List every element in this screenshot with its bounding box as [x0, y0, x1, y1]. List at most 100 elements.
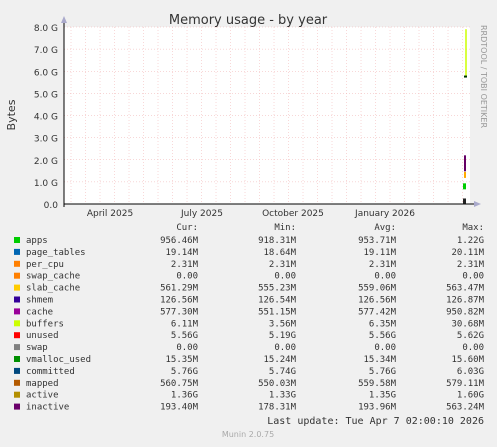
committed-mark	[464, 75, 467, 78]
y-axis-label: Bytes	[5, 99, 18, 130]
chart-title: Memory usage - by year	[169, 13, 328, 28]
legend-value-avg: 953.71M	[358, 236, 397, 246]
legend-value-cur: 6.11M	[171, 319, 199, 329]
legend-value-avg: 0.00	[374, 343, 396, 353]
legend-value-max: 0.00	[462, 272, 484, 282]
legend-swatch	[14, 284, 20, 291]
memory-usage-chart: Memory usage - by year RRDTOOL / TOBI OE…	[5, 13, 488, 439]
legend-series-name: mapped	[26, 379, 59, 389]
apps-mark	[463, 183, 466, 190]
y-axis-arrow	[61, 16, 67, 23]
legend-swatch	[14, 260, 20, 267]
legend-row: committed 5.76G 5.74G 5.76G 6.03G	[14, 367, 484, 377]
y-tick-label: 5.0 G	[34, 90, 58, 100]
legend-value-max: 5.62G	[457, 331, 484, 341]
legend-value-max: 15.60M	[451, 355, 484, 365]
legend-series-name: inactive	[26, 403, 69, 413]
slab-cache-mark	[464, 171, 466, 178]
legend: Cur: Min: Avg: Max: apps 956.46M 918.31M 953.71…	[14, 223, 485, 413]
legend-value-avg: 19.11M	[363, 248, 396, 258]
legend-series-name: committed	[26, 367, 75, 377]
legend-value-min: 918.31M	[258, 236, 297, 246]
y-tick-label: 3.0 G	[34, 135, 58, 145]
legend-row: slab_cache 561.29M 555.23M 559.06M 563.47M	[14, 284, 485, 294]
x-tick-label: July 2025	[180, 209, 223, 219]
legend-swatch	[14, 344, 20, 351]
legend-swatch	[14, 296, 20, 303]
legend-swatch	[14, 367, 20, 374]
y-tick-label: 7.0 G	[34, 46, 58, 56]
legend-value-cur: 577.30M	[160, 307, 199, 317]
active-mark	[463, 198, 466, 204]
legend-value-avg: 0.00	[374, 272, 396, 282]
legend-value-avg: 193.96M	[358, 403, 397, 413]
legend-value-min: 0.00	[274, 343, 296, 353]
legend-value-cur: 5.56G	[171, 331, 198, 341]
legend-value-avg: 577.42M	[358, 307, 397, 317]
legend-value-cur: 956.46M	[160, 236, 199, 246]
legend-value-avg: 5.56G	[369, 331, 396, 341]
legend-swatch	[14, 332, 20, 339]
legend-value-max: 6.03G	[457, 367, 484, 377]
munin-graph: Memory usage - by year RRDTOOL / TOBI OE…	[0, 0, 497, 443]
legend-value-max: 126.87M	[446, 296, 485, 306]
legend-value-max: 950.82M	[446, 307, 485, 317]
legend-series-name: shmem	[26, 296, 53, 306]
legend-row: unused 5.56G 5.19G 5.56G 5.62G	[14, 331, 484, 341]
legend-value-max: 563.47M	[446, 284, 485, 294]
footer-version: Munin 2.0.75	[222, 430, 274, 439]
legend-row: mapped 560.75M 550.03M 559.58M 579.11M	[14, 379, 485, 389]
x-tick-label: October 2025	[262, 209, 324, 219]
legend-swatch	[14, 379, 20, 386]
legend-row: active 1.36G 1.33G 1.35G 1.60G	[14, 391, 484, 401]
legend-row: buffers 6.11M 3.56M 6.35M 30.68M	[14, 319, 485, 329]
legend-value-max: 563.24M	[446, 403, 485, 413]
x-axis-arrow	[474, 201, 481, 207]
legend-value-cur: 193.40M	[160, 403, 199, 413]
legend-value-cur: 19.14M	[165, 248, 198, 258]
legend-series-name: swap	[26, 343, 48, 353]
legend-row: inactive 193.40M 178.31M 193.96M 563.24M	[14, 403, 485, 413]
legend-value-min: 550.03M	[258, 379, 297, 389]
legend-swatch	[14, 272, 20, 279]
legend-swatch	[14, 320, 20, 327]
y-tick-label: 4.0 G	[34, 113, 58, 123]
legend-row: apps 956.46M 918.31M 953.71M 1.22G	[14, 236, 484, 246]
legend-series-name: vmalloc_used	[26, 355, 91, 365]
legend-value-cur: 5.76G	[171, 367, 198, 377]
legend-row: per_cpu 2.31M 2.31M 2.31M 2.31M	[14, 260, 485, 270]
legend-value-cur: 561.29M	[160, 284, 199, 294]
legend-value-max: 0.00	[462, 343, 484, 353]
legend-swatch	[14, 391, 20, 398]
legend-row: cache 577.30M 551.15M 577.42M 950.82M	[14, 307, 485, 317]
legend-value-max: 1.60G	[457, 391, 484, 401]
y-tick-label: 0.0	[44, 201, 59, 211]
legend-value-min: 178.31M	[258, 403, 297, 413]
legend-value-min: 555.23M	[258, 284, 297, 294]
legend-value-avg: 5.76G	[369, 367, 396, 377]
legend-swatch	[14, 248, 20, 255]
legend-header: Cur:	[176, 223, 198, 233]
last-update: Last update: Tue Apr 7 02:00:10 2026	[267, 416, 484, 427]
legend-value-avg: 126.56M	[358, 296, 397, 306]
legend-series-name: per_cpu	[26, 260, 64, 270]
legend-value-avg: 559.58M	[358, 379, 397, 389]
y-tick-label: 2.0 G	[34, 157, 58, 167]
legend-header: Avg:	[374, 223, 396, 233]
legend-series-name: cache	[26, 307, 53, 317]
legend-value-cur: 560.75M	[160, 379, 199, 389]
legend-series-name: apps	[26, 236, 48, 246]
cache-mark	[464, 155, 466, 172]
legend-value-min: 5.19G	[269, 331, 296, 341]
legend-value-cur: 1.36G	[171, 391, 198, 401]
legend-value-min: 18.64M	[263, 248, 296, 258]
legend-header: Min:	[274, 223, 296, 233]
legend-value-min: 2.31M	[269, 260, 297, 270]
legend-row: vmalloc_used 15.35M 15.24M 15.34M 15.60M	[14, 355, 485, 365]
legend-swatch	[14, 356, 20, 362]
legend-value-max: 30.68M	[451, 319, 484, 329]
legend-value-min: 15.24M	[263, 355, 296, 365]
legend-row: swap 0.00 0.00 0.00 0.00	[14, 343, 484, 353]
legend-value-min: 5.74G	[269, 367, 296, 377]
legend-value-cur: 2.31M	[171, 260, 199, 270]
